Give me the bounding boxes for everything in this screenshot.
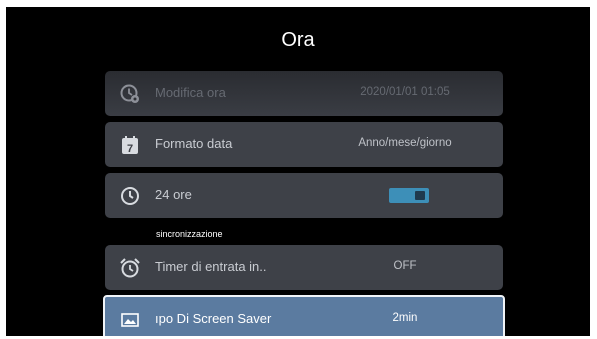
timer-value: OFF <box>393 260 417 272</box>
svg-text:7: 7 <box>127 143 133 155</box>
timer-label: Timer di entrata in.. <box>155 259 267 274</box>
screen-saver-row[interactable]: ıpo Di Screen Saver 2min <box>103 295 505 336</box>
toggle-knob <box>415 191 425 200</box>
24-ore-label: 24 ore <box>155 187 192 202</box>
picture-icon <box>121 313 139 327</box>
formato-data-row[interactable]: 7 Formato data Anno/mese/giorno <box>105 122 503 167</box>
alarm-clock-icon <box>120 258 140 278</box>
24-ore-toggle[interactable] <box>389 188 429 203</box>
modifica-ora-label: Modifica ora <box>155 85 226 100</box>
tv-screen: Ora Modifica ora 2020/01/01 01:05 7 Form… <box>6 7 590 336</box>
modifica-ora-value: 2020/01/01 01:05 <box>360 86 450 98</box>
24-ore-row[interactable]: 24 ore <box>105 173 503 218</box>
calendar-icon: 7 <box>122 136 138 155</box>
formato-data-label: Formato data <box>155 136 233 151</box>
screen-saver-label: ıpo Di Screen Saver <box>155 311 272 326</box>
page-title: Ora <box>281 29 315 51</box>
screen-saver-value: 2min <box>392 312 418 324</box>
formato-data-value: Anno/mese/giorno <box>358 137 452 149</box>
clock-settings-icon <box>120 84 139 103</box>
section-heading-sincronizzazione: sincronizzazione <box>156 229 223 239</box>
timer-row[interactable]: Timer di entrata in.. OFF <box>105 245 503 290</box>
page-indicator-dots <box>398 327 413 336</box>
clock-icon <box>121 187 139 205</box>
modifica-ora-row[interactable]: Modifica ora 2020/01/01 01:05 <box>105 71 503 116</box>
